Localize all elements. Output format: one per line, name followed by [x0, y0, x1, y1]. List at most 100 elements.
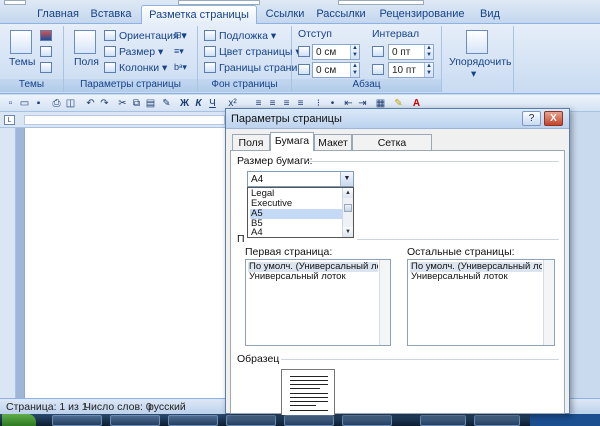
list-item[interactable]: Универсальный лоток	[248, 272, 378, 282]
spacing-before-input[interactable]: 0 пт ▲ ▼	[388, 44, 434, 60]
taskbar-item[interactable]	[420, 415, 466, 426]
word-count[interactable]: Число слов: 0	[84, 401, 152, 413]
new-icon[interactable]: ▫	[4, 97, 17, 110]
open-icon[interactable]: ▭	[18, 97, 31, 110]
ribbon: Темы Темы Поля Ориентация ▾ Размер ▾ Кол…	[0, 24, 600, 94]
tab-references[interactable]: Ссылки	[262, 5, 308, 24]
preview-icon[interactable]: ◫	[64, 97, 77, 110]
theme-colors-icon[interactable]	[40, 30, 52, 41]
other-pages-tray-list[interactable]: По умолч. (Универсальный лоток) Универса…	[407, 259, 555, 346]
system-tray	[530, 414, 600, 426]
taskbar-item[interactable]	[52, 415, 102, 426]
margins-button[interactable]: Поля	[74, 56, 99, 68]
close-button[interactable]: X	[544, 111, 563, 126]
theme-effects-icon[interactable]	[40, 62, 52, 73]
help-button[interactable]: ?	[522, 111, 541, 126]
arrange-button[interactable]: Упорядочить ▾	[449, 56, 511, 80]
bold-button[interactable]: Ж	[178, 97, 191, 110]
tab-page-layout[interactable]: Разметка страницы	[141, 5, 257, 25]
list-scrollbar[interactable]	[379, 260, 390, 345]
dropdown-option[interactable]: Executive	[250, 199, 342, 209]
spacing-after-input[interactable]: 10 пт ▲ ▼	[388, 62, 434, 78]
dropdown-option-selected[interactable]: A5	[250, 209, 342, 219]
indent-left-input[interactable]: 0 см ▲ ▼	[312, 44, 360, 60]
page-borders-button[interactable]: Границы страниц	[204, 62, 303, 74]
columns-button[interactable]: Колонки ▾	[104, 62, 167, 74]
first-page-tray-list[interactable]: По умолч. (Универсальный лоток) Универса…	[245, 259, 391, 346]
tab-selector-icon[interactable]: L	[4, 115, 15, 125]
themes-button[interactable]: Темы	[9, 56, 35, 68]
taskbar-item[interactable]	[226, 415, 276, 426]
page-count[interactable]: Страница: 1 из 1	[6, 401, 88, 413]
list-scrollbar[interactable]	[543, 260, 554, 345]
tab-document-grid[interactable]: Сетка документа	[352, 134, 432, 161]
italic-button[interactable]: К	[192, 97, 205, 110]
chevron-down-icon[interactable]: ▼	[340, 172, 353, 186]
list-item[interactable]: По умолч. (Универсальный лоток)	[410, 262, 542, 272]
watermark-button[interactable]: Подложка ▾	[204, 30, 276, 42]
scroll-up-icon[interactable]: ▲	[343, 188, 353, 198]
tab-review[interactable]: Рецензирование	[373, 5, 471, 24]
theme-fonts-icon[interactable]	[40, 46, 52, 57]
columns-icon	[104, 62, 116, 73]
taskbar-item[interactable]	[342, 415, 392, 426]
tab-view[interactable]: Вид	[475, 5, 505, 24]
scrollbar-thumb[interactable]	[344, 204, 352, 212]
dropdown-scrollbar[interactable]: ▲ ▼	[342, 188, 353, 237]
paragraph-group-label: Абзац	[292, 79, 441, 92]
paste-icon[interactable]: ▤	[144, 97, 157, 110]
taskbar-item[interactable]	[474, 415, 520, 426]
language-indicator[interactable]: русский	[148, 401, 186, 413]
dialog-title-bar[interactable]: Параметры страницы ? X	[226, 109, 569, 129]
indent-right-input[interactable]: 0 см ▲ ▼	[312, 62, 360, 78]
document-page[interactable]	[24, 128, 226, 398]
taskbar	[0, 414, 600, 426]
size-button[interactable]: Размер ▾	[104, 46, 163, 58]
start-button[interactable]	[2, 414, 36, 426]
tab-home[interactable]: Главная	[34, 5, 82, 24]
paper-size-select[interactable]: A4 ▼	[247, 171, 354, 187]
redo-icon[interactable]: ↷	[98, 97, 111, 110]
format-painter-icon[interactable]: ✎	[160, 97, 173, 110]
line-numbers-icon[interactable]: ≡▾	[174, 46, 184, 57]
tab-insert[interactable]: Вставка	[86, 5, 136, 24]
page-color-button[interactable]: Цвет страницы ▾	[204, 46, 301, 58]
hyphenation-icon[interactable]: bᵃ▾	[174, 62, 187, 73]
taskbar-item[interactable]	[284, 415, 334, 426]
indent-right-icon	[298, 64, 310, 75]
themes-icon	[10, 30, 32, 54]
list-item[interactable]: Универсальный лоток	[410, 272, 542, 282]
paragraph-group: Отступ Интервал 0 см ▲ ▼ 0 см ▲ ▼ 0 пт ▲ ▼ 10 …	[292, 26, 442, 92]
taskbar-item[interactable]	[110, 415, 160, 426]
page-color-icon	[204, 46, 216, 57]
section-divider	[307, 161, 559, 162]
undo-icon[interactable]: ↶	[84, 97, 97, 110]
page-background-group-label: Фон страницы	[198, 79, 291, 92]
scroll-down-icon[interactable]: ▼	[343, 227, 353, 237]
tab-mailings[interactable]: Рассылки	[313, 5, 369, 24]
save-icon[interactable]: ▪	[32, 97, 45, 110]
paper-tab-panel: Размер бумаги: A4 ▼ Legal Executive A5 B…	[230, 150, 565, 415]
tab-paper[interactable]: Бумага	[270, 132, 314, 151]
page-preview	[281, 369, 335, 415]
cut-icon[interactable]: ✂	[116, 97, 129, 110]
horizontal-ruler[interactable]: L	[0, 112, 225, 128]
office-button-frame[interactable]	[4, 0, 26, 5]
tab-margins[interactable]: Поля	[232, 134, 270, 150]
dropdown-option[interactable]: A4	[250, 228, 342, 238]
taskbar-item[interactable]	[168, 415, 218, 426]
page-borders-icon	[204, 62, 216, 73]
underline-button[interactable]: Ч	[206, 97, 219, 110]
preview-line	[290, 380, 328, 382]
indent-left-icon	[298, 46, 310, 57]
copy-icon[interactable]: ⧉	[130, 97, 143, 110]
orientation-icon	[104, 30, 116, 41]
list-item[interactable]: По умолч. (Универсальный лоток)	[248, 262, 378, 272]
page-setup-group: Поля Ориентация ▾ Размер ▾ Колонки ▾ ⊟▾ …	[64, 26, 198, 92]
paper-size-dropdown[interactable]: Legal Executive A5 B5 A4 ▲ ▼	[247, 187, 354, 238]
page-setup-dialog: Параметры страницы ? X Поля Бумага Макет…	[225, 108, 570, 415]
breaks-icon[interactable]: ⊟▾	[174, 30, 186, 41]
preview-line	[290, 401, 328, 403]
print-icon[interactable]: ⎙	[50, 97, 63, 110]
tab-layout[interactable]: Макет	[314, 134, 352, 150]
